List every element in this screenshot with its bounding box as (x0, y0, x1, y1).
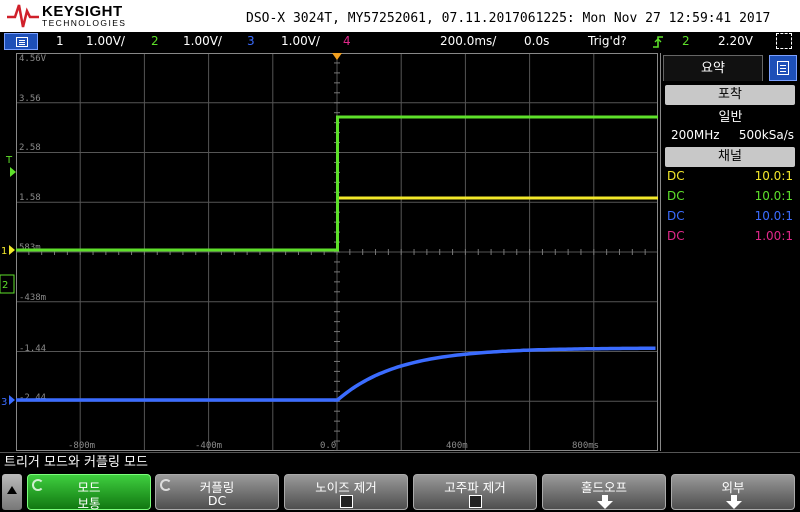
ch2-probe: 10.0:1 (754, 189, 793, 203)
ch3-probe: 10.0:1 (754, 209, 793, 223)
back-button[interactable] (2, 474, 22, 510)
softkey-mode[interactable]: 모드 보통 (27, 474, 151, 511)
y-tick-label: -438m (19, 293, 46, 303)
status-bar: 1 1.00V/ 2 1.00V/ 3 1.00V/ 4 200.0ms/ 0.… (0, 32, 800, 52)
channels-header: 채널 (665, 147, 795, 167)
softkey-coupling[interactable]: 커플링 DC (155, 474, 279, 510)
trigger-level-marker[interactable]: T (5, 155, 16, 177)
ch4-coupling: DC (667, 229, 685, 243)
tab-document[interactable] (769, 55, 797, 81)
ch2-scale[interactable]: 1.00V/ (183, 34, 222, 48)
tab-summary[interactable]: 요약 (663, 55, 763, 81)
ch3-number[interactable]: 3 (247, 34, 255, 48)
x-tick-label: 0.0 (320, 441, 336, 451)
main-menu-button[interactable] (4, 33, 38, 50)
y-tick-label: 2.58 (19, 143, 41, 153)
ch2-ground-marker[interactable]: 2 (0, 274, 15, 294)
ch1-probe: 10.0:1 (754, 169, 793, 183)
softkey-menu-title: 트리거 모드와 커플링 모드 (0, 452, 800, 472)
keysight-logo-icon (7, 4, 39, 28)
acquisition-header: 포착 (665, 85, 795, 105)
channel-row-3: DC 10.0:1 (667, 209, 795, 227)
sample-rate: 500kSa/s (738, 128, 794, 142)
x-tick-label: -400m (195, 441, 222, 451)
softkey-hf-reject[interactable]: 고주파 제거 (413, 474, 537, 510)
submenu-arrow-icon (726, 495, 742, 509)
ch4-number[interactable]: 4 (343, 34, 351, 48)
channel-row-1: DC 10.0:1 (667, 169, 795, 187)
ch1-coupling: DC (667, 169, 685, 183)
selection-box-icon[interactable] (776, 33, 792, 49)
y-tick-label: 3.56 (19, 94, 41, 104)
trigger-edge-icon (653, 36, 663, 48)
ch2-coupling: DC (667, 189, 685, 203)
softkey-external[interactable]: 외부 (671, 474, 795, 510)
ch2-marker-label: 2 (2, 280, 8, 291)
ch1-number[interactable]: 1 (56, 34, 64, 48)
ch3-coupling: DC (667, 209, 685, 223)
ch1-marker-label: 1 (1, 246, 7, 257)
x-tick-label: 800ms (572, 441, 599, 451)
softkey-bar: 모드 보통 커플링 DC 노이즈 제거 고주파 제거 홀드오프 외부 (0, 472, 800, 512)
x-tick-label: 400m (446, 441, 468, 451)
submenu-arrow-icon (597, 495, 613, 509)
softkey-mode-value: 보통 (77, 496, 101, 511)
trigger-status: Trig'd? (588, 34, 627, 48)
brand-subtitle: TECHNOLOGIES (42, 18, 127, 28)
channel-row-2: DC 10.0:1 (667, 189, 795, 207)
ch4-probe: 1.00:1 (754, 229, 793, 243)
trigger-marker-label: T (5, 155, 13, 166)
hf-reject-checkbox[interactable] (469, 495, 482, 508)
x-tick-label: -800m (68, 441, 95, 451)
timebase-scale[interactable]: 200.0ms/ (440, 34, 496, 48)
waveform-display[interactable]: 4.56V3.562.581.58583m-438m-1.44-2.44 -80… (16, 53, 658, 451)
info-panel: 요약 포착 일반 200MHz 500kSa/s 채널 DC 10.0:1 DC… (660, 53, 800, 451)
bandwidth: 200MHz (671, 128, 720, 142)
title-bar: KEYSIGHT TECHNOLOGIES DSO-X 3024T, MY572… (0, 0, 800, 32)
ch1-ground-marker[interactable]: 1 (1, 245, 15, 257)
time-delay[interactable]: 0.0s (524, 34, 549, 48)
softkey-holdoff[interactable]: 홀드오프 (542, 474, 666, 510)
softkey-noise-reject-label: 노이즈 제거 (315, 480, 377, 495)
y-tick-label: -1.44 (19, 344, 46, 354)
softkey-noise-reject[interactable]: 노이즈 제거 (284, 474, 408, 510)
ch3-marker-label: 3 (1, 397, 7, 408)
softkey-hf-reject-label: 고주파 제거 (444, 480, 506, 495)
ch1-scale[interactable]: 1.00V/ (86, 34, 125, 48)
softkey-coupling-value: DC (207, 493, 227, 508)
ch3-ground-marker[interactable]: 3 (1, 395, 15, 408)
y-tick-label: 1.58 (19, 193, 41, 203)
noise-reject-checkbox[interactable] (340, 495, 353, 508)
panel-tab-bar: 요약 (661, 53, 800, 83)
instrument-info: DSO-X 3024T, MY57252061, 07.11.201706122… (246, 11, 771, 26)
document-icon (777, 61, 789, 75)
softkey-external-label: 외부 (721, 480, 745, 495)
channel-row-4: DC 1.00:1 (667, 229, 795, 247)
trigger-source[interactable]: 2 (682, 34, 690, 48)
channel-marker-column: T 1 2 3 (0, 155, 16, 408)
menu-icon (16, 37, 28, 47)
softkey-holdoff-label: 홀드오프 (580, 480, 627, 495)
y-tick-label: 4.56V (19, 54, 47, 64)
trigger-level[interactable]: 2.20V (718, 34, 753, 48)
ch3-scale[interactable]: 1.00V/ (281, 34, 320, 48)
acquisition-mode: 일반 (718, 110, 743, 125)
ch2-number[interactable]: 2 (151, 34, 159, 48)
